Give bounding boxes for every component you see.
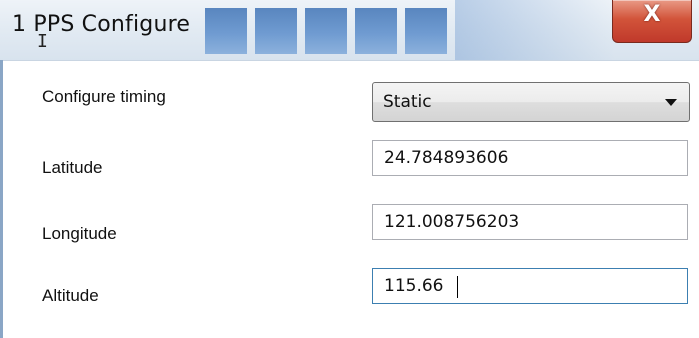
title-bar-glass-fade bbox=[455, 0, 615, 60]
latitude-label: Latitude bbox=[42, 158, 103, 177]
text-caret bbox=[457, 276, 458, 298]
longitude-field[interactable] bbox=[372, 204, 688, 240]
configure-timing-label: Configure timing bbox=[42, 87, 166, 106]
altitude-field[interactable] bbox=[372, 268, 688, 304]
altitude-input[interactable] bbox=[373, 269, 687, 303]
chevron-down-icon bbox=[665, 99, 677, 106]
longitude-label: Longitude bbox=[42, 224, 117, 243]
close-icon: X bbox=[643, 2, 661, 27]
dialog-window: 1 PPS Configure I X Configure timing Sta… bbox=[0, 0, 699, 338]
title-bar-glass-decoration bbox=[205, 8, 495, 54]
text-cursor-icon: I bbox=[37, 31, 48, 52]
altitude-label: Altitude bbox=[42, 286, 99, 305]
longitude-input[interactable] bbox=[373, 205, 687, 239]
latitude-field[interactable] bbox=[372, 140, 688, 176]
configure-timing-selected-value: Static bbox=[383, 92, 432, 112]
configure-timing-select[interactable]: Static bbox=[372, 82, 690, 122]
close-button[interactable]: X bbox=[612, 0, 692, 43]
title-bar[interactable]: 1 PPS Configure I X bbox=[0, 0, 699, 61]
form-panel: Configure timing Static Latitude Longitu… bbox=[0, 60, 699, 338]
latitude-input[interactable] bbox=[373, 141, 687, 175]
